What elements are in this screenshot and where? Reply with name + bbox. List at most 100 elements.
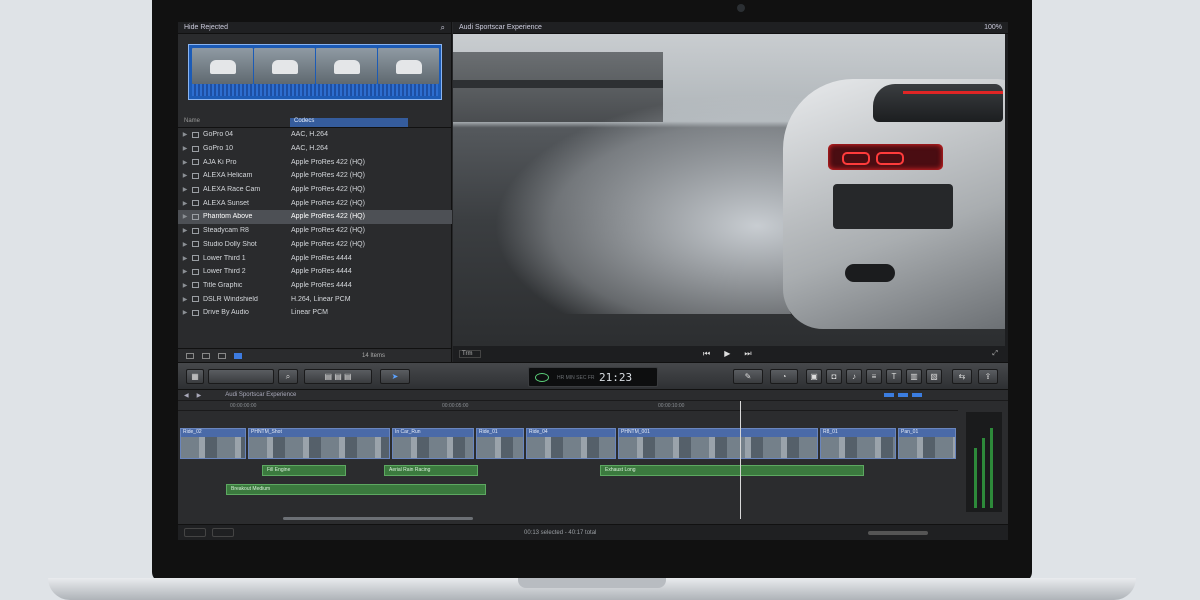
timeline-clip[interactable]: In Car_Run: [392, 428, 474, 459]
audio-clip[interactable]: Aerial Rain Racing: [384, 465, 478, 476]
disclosure-triangle-icon[interactable]: ▶: [178, 200, 192, 207]
background-tasks-button[interactable]: [184, 528, 206, 537]
keyword-button[interactable]: [208, 369, 274, 384]
skip-back-icon[interactable]: ⏮: [703, 349, 710, 359]
import-button[interactable]: ▦: [186, 369, 204, 384]
timecode-display[interactable]: HR MIN SEC FR 21:23: [528, 367, 658, 387]
filmstrip-thumb: [378, 48, 439, 84]
music-browser-icon[interactable]: ♪: [846, 369, 862, 384]
browser-item[interactable]: ▶ Lower Third 2 Apple ProRes 4444: [178, 265, 452, 279]
timeline-ruler[interactable]: 00:00:00:00 00:00:05:00 00:00:10:00: [178, 401, 958, 411]
browser-item-name: ALEXA Race Cam: [203, 186, 261, 194]
filmstrip-view-icon[interactable]: [186, 352, 194, 359]
clip-name: R8_01: [821, 429, 895, 437]
disclosure-triangle-icon[interactable]: ▶: [178, 268, 192, 275]
play-icon[interactable]: ▶: [724, 349, 730, 359]
fullscreen-icon[interactable]: ⤢: [992, 350, 998, 358]
timeline-clip[interactable]: Ride_02: [180, 428, 246, 459]
browser-item[interactable]: ▶ Steadycam R8 Apple ProRes 422 (HQ): [178, 224, 452, 238]
index-button[interactable]: [212, 528, 234, 537]
meter-bar: [982, 438, 985, 508]
timeline-header: ◀ ▶ Audi Sportscar Experience: [178, 390, 1008, 401]
disclosure-triangle-icon[interactable]: ▶: [178, 282, 192, 289]
audio-clip[interactable]: Breakout Medium: [226, 484, 486, 495]
photo-browser-icon[interactable]: ◘: [826, 369, 842, 384]
analyze-icon[interactable]: ⌕: [278, 369, 298, 384]
browser-item-name: Title Graphic: [203, 281, 243, 289]
disclosure-triangle-icon[interactable]: ▶: [178, 131, 192, 138]
timeline-clip[interactable]: Pan_01: [898, 428, 956, 459]
transitions-icon[interactable]: ≡: [866, 369, 882, 384]
browser-item[interactable]: ▶ Drive By Audio Linear PCM: [178, 306, 452, 320]
zoom-slider[interactable]: [868, 530, 928, 535]
inspector-icon[interactable]: ▣: [806, 369, 822, 384]
disclosure-triangle-icon[interactable]: ▶: [178, 241, 192, 248]
browser-header: Hide Rejected ⌕: [178, 22, 451, 34]
browser-item[interactable]: ▶ ALEXA Race Cam Apple ProRes 422 (HQ): [178, 183, 452, 197]
list-view-active-icon[interactable]: [234, 352, 242, 359]
video-frame[interactable]: [453, 34, 1005, 346]
list-view-icon[interactable]: [218, 352, 226, 359]
clip-frames: [527, 437, 615, 458]
search-icon[interactable]: ⌕: [441, 23, 445, 33]
column-codecs[interactable]: Codecs: [290, 118, 408, 127]
disclosure-triangle-icon[interactable]: ▶: [178, 213, 192, 220]
browser-item-codec: Apple ProRes 422 (HQ): [291, 240, 365, 248]
disclosure-triangle-icon[interactable]: ▶: [178, 296, 192, 303]
select-tool-button[interactable]: ➤: [380, 369, 410, 384]
forward-icon[interactable]: ▶: [197, 392, 202, 399]
browser-item[interactable]: ▶ GoPro 10 AAC, H.264: [178, 142, 452, 156]
timeline-scrollbar[interactable]: [283, 517, 473, 520]
effects-icon[interactable]: ⇆: [952, 369, 972, 384]
disclosure-triangle-icon[interactable]: ▶: [178, 172, 192, 179]
titles-icon[interactable]: T: [886, 369, 902, 384]
timeline-clip[interactable]: R8_01: [820, 428, 896, 459]
browser-item[interactable]: ▶ DSLR Windshield H.264, Linear PCM: [178, 292, 452, 306]
playhead[interactable]: [740, 401, 741, 519]
timeline-clip[interactable]: Ride_01: [476, 428, 524, 459]
enhance-tool-button[interactable]: ✎: [733, 369, 763, 384]
disclosure-triangle-icon[interactable]: ▶: [178, 309, 192, 316]
browser-item[interactable]: ▶ ALEXA Helicam Apple ProRes 422 (HQ): [178, 169, 452, 183]
edit-buttons[interactable]: ▤ ▤ ▤: [304, 369, 372, 384]
timeline-clip[interactable]: PHNTM_Shot: [248, 428, 390, 459]
browser-item[interactable]: ▶ Title Graphic Apple ProRes 4444: [178, 279, 452, 293]
generators-icon[interactable]: ▥: [906, 369, 922, 384]
share-icon[interactable]: ⇪: [978, 369, 998, 384]
browser-item[interactable]: ▶ AJA Ki Pro Apple ProRes 422 (HQ): [178, 155, 452, 169]
browser-item[interactable]: ▶ Lower Third 1 Apple ProRes 4444: [178, 251, 452, 265]
skip-forward-icon[interactable]: ⏭: [744, 349, 751, 359]
retime-button[interactable]: ◔: [770, 369, 798, 384]
clip-name: Ride_02: [181, 429, 245, 437]
disclosure-triangle-icon[interactable]: ▶: [178, 255, 192, 262]
audio-clip[interactable]: Fill Engine: [262, 465, 346, 476]
audio-clip[interactable]: Exhaust Long: [600, 465, 864, 476]
disclosure-triangle-icon[interactable]: ▶: [178, 227, 192, 234]
back-icon[interactable]: ◀: [184, 392, 189, 399]
browser-item[interactable]: ▶ GoPro 04 AAC, H.264: [178, 128, 452, 142]
disclosure-triangle-icon[interactable]: ▶: [178, 159, 192, 166]
browser-item[interactable]: ▶ Studio Dolly Shot Apple ProRes 422 (HQ): [178, 238, 452, 252]
viewer-zoom[interactable]: 100%: [984, 24, 1002, 31]
timeline-view-controls[interactable]: [884, 393, 924, 397]
clip-frames: [619, 437, 817, 458]
browser-item[interactable]: ▶ ALEXA Sunset Apple ProRes 422 (HQ): [178, 196, 452, 210]
browser-item[interactable]: ▶ Phantom Above Apple ProRes 422 (HQ): [178, 210, 452, 224]
disclosure-triangle-icon[interactable]: ▶: [178, 186, 192, 193]
browser-item-name: Drive By Audio: [203, 309, 249, 317]
car-exhaust: [845, 264, 895, 282]
themes-icon[interactable]: ▧: [926, 369, 942, 384]
clip-name: Pan_01: [899, 429, 955, 437]
filter-label[interactable]: Hide Rejected: [184, 24, 228, 31]
transform-menu[interactable]: Trm: [459, 350, 481, 358]
water-spray: [493, 94, 823, 314]
gear-icon[interactable]: [202, 352, 210, 359]
disclosure-triangle-icon[interactable]: ▶: [178, 145, 192, 152]
column-name[interactable]: Name: [178, 118, 290, 127]
car-rear-window: [873, 84, 1003, 122]
ruler-tick: 00:00:10:00: [658, 403, 685, 409]
selected-clip-filmstrip[interactable]: [188, 44, 442, 100]
clip-frames: [393, 437, 473, 458]
timeline-clip[interactable]: PHNTM_001: [618, 428, 818, 459]
timeline-clip[interactable]: Ride_04: [526, 428, 616, 459]
